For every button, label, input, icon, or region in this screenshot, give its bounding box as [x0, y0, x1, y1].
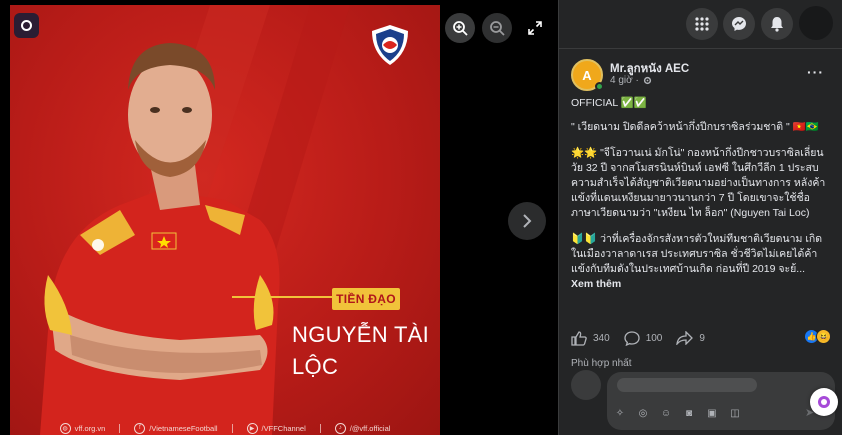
photo-viewer: TIỀN ĐẠO NGUYỄN TÀI LỘC ◍ vff.org.vn f/Vi… [0, 0, 558, 435]
post-paragraph: 🔰🔰 ว่าที่เครื่องจักรสังหารตัวใหม่ทีมชาติ… [571, 233, 823, 275]
zoom-out-button[interactable] [482, 13, 512, 43]
sparkle-icon [818, 396, 830, 408]
footer-facebook: f/VietnameseFootball [134, 422, 218, 434]
top-bar [559, 0, 842, 48]
comment-icon [624, 330, 640, 346]
sticker-icon[interactable]: ◫ [728, 406, 742, 420]
zoom-out-icon [490, 21, 505, 36]
player-name-line1: NGUYỄN TÀI [292, 322, 430, 347]
bell-icon [771, 17, 783, 32]
footer-youtube: ▶/VFFChannel [246, 422, 306, 434]
comment-tools: ✧ ◎ ☺ ◙ ▣ ◫ [613, 406, 742, 420]
messenger-icon [732, 17, 746, 31]
post-timestamp[interactable]: 4 giờ · [610, 75, 652, 86]
thumbs-up-icon [571, 330, 587, 346]
vff-crest-icon [372, 25, 408, 65]
assistant-button[interactable] [810, 388, 838, 416]
next-photo-button[interactable] [508, 202, 546, 240]
post-paragraph: " เวียดนาม ปิดดีลคว้าหน้ากึ่งปีกบราซิลร่… [571, 121, 819, 133]
player-portrait [40, 5, 350, 435]
gif-icon[interactable]: ▣ [705, 406, 719, 420]
online-status-dot [595, 82, 604, 91]
globe-icon: ◍ [59, 422, 71, 434]
facebook-photo-viewer: TIỀN ĐẠO NGUYỄN TÀI LỘC ◍ vff.org.vn f/Vi… [0, 0, 842, 435]
tiktok-icon: ♪ [334, 422, 346, 434]
zoom-in-button[interactable] [445, 13, 475, 43]
player-name-line2: LỘC [292, 354, 339, 379]
share-count: 9 [699, 332, 705, 344]
post-photo[interactable]: TIỀN ĐẠO NGUYỄN TÀI LỘC ◍ vff.org.vn f/Vi… [10, 5, 440, 435]
app-logo-icon [14, 13, 39, 38]
share-action[interactable]: 9 [676, 331, 705, 345]
footer-tiktok: ♪/@vff.official [334, 422, 390, 434]
comment-sort-label[interactable]: Phù hợp nhất [571, 358, 632, 369]
reactions-summary[interactable]: 👍 😆 [804, 329, 831, 344]
comment-box[interactable]: ✧ ◎ ☺ ◙ ▣ ◫ ➤ [607, 372, 835, 430]
commenter-avatar [571, 370, 601, 400]
zoom-in-icon [453, 21, 468, 36]
position-badge: TIỀN ĐẠO [332, 288, 400, 310]
post-actions: 340 100 9 [571, 327, 833, 349]
messenger-button[interactable] [723, 8, 755, 40]
like-count: 340 [593, 332, 610, 344]
emoji-icon[interactable]: ☺ [659, 406, 673, 420]
comment-count: 100 [645, 332, 663, 344]
camera-icon[interactable]: ◙ [682, 406, 696, 420]
notifications-button[interactable] [761, 8, 793, 40]
comment-action[interactable]: 100 [624, 330, 663, 346]
post-paragraph: 🌟🌟 "จีโอวานเน่ มักโน่" กองหน้ากึ่งปีกชาว… [571, 147, 826, 219]
comment-input[interactable] [617, 378, 757, 392]
fullscreen-icon [528, 21, 542, 35]
haha-reaction-icon: 😆 [816, 329, 831, 344]
like-action[interactable]: 340 [571, 330, 610, 346]
post-body: OFFICIAL ✅✅ " เวียดนาม ปิดดีลคว้าหน้ากึ่… [571, 96, 833, 292]
share-icon [676, 331, 694, 345]
youtube-icon: ▶ [246, 422, 258, 434]
see-more-link[interactable]: Xem thêm [571, 278, 621, 290]
apps-grid-icon [695, 17, 709, 31]
menu-button[interactable] [686, 8, 718, 40]
post-paragraph: OFFICIAL ✅✅ [571, 97, 647, 109]
footer-website: ◍ vff.org.vn [59, 422, 105, 434]
fullscreen-button[interactable] [520, 13, 550, 43]
ai-icon[interactable]: ◎ [636, 406, 650, 420]
avatar-sticker-icon[interactable]: ✧ [613, 406, 627, 420]
more-options-button[interactable]: ··· [807, 64, 827, 80]
facebook-icon: f [134, 422, 146, 434]
photo-footer: ◍ vff.org.vn f/VietnameseFootball ▶/VFFCh… [10, 417, 440, 435]
profile-avatar[interactable] [799, 6, 833, 40]
gear-icon [643, 76, 651, 85]
divider [559, 48, 842, 49]
chevron-right-icon [523, 214, 532, 228]
post-panel: A Mr.ลูกหนัง AEC 4 giờ · ··· OFFICIAL ✅✅… [558, 0, 842, 435]
